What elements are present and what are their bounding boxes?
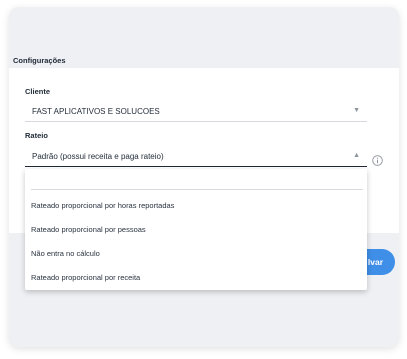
- info-icon[interactable]: [372, 155, 383, 166]
- dropdown-option[interactable]: Rateado proporcional por pessoas: [31, 225, 146, 234]
- section-title: Configurações: [13, 56, 66, 65]
- rateio-select-value: Padrão (possui receita e paga rateio): [32, 152, 164, 161]
- rateio-dropdown-menu: Rateado proporcional por horas reportada…: [25, 169, 367, 290]
- caret-down-icon: ▼: [353, 107, 360, 114]
- caret-up-icon: ▲: [353, 152, 360, 159]
- dropdown-option[interactable]: Rateado proporcional por horas reportada…: [31, 201, 174, 210]
- dropdown-search-field[interactable]: [31, 189, 363, 190]
- cliente-select-value: FAST APLICATIVOS E SOLUCOES: [32, 107, 160, 116]
- rateio-label: Rateio: [25, 131, 48, 140]
- cliente-select[interactable]: FAST APLICATIVOS E SOLUCOES ▼: [25, 104, 367, 122]
- cliente-label: Cliente: [25, 87, 51, 96]
- dropdown-option[interactable]: Não entra no cálculo: [31, 249, 100, 258]
- dropdown-option[interactable]: Rateado proporcional por receita: [31, 273, 140, 282]
- rateio-select[interactable]: Padrão (possui receita e paga rateio) ▲: [25, 149, 367, 167]
